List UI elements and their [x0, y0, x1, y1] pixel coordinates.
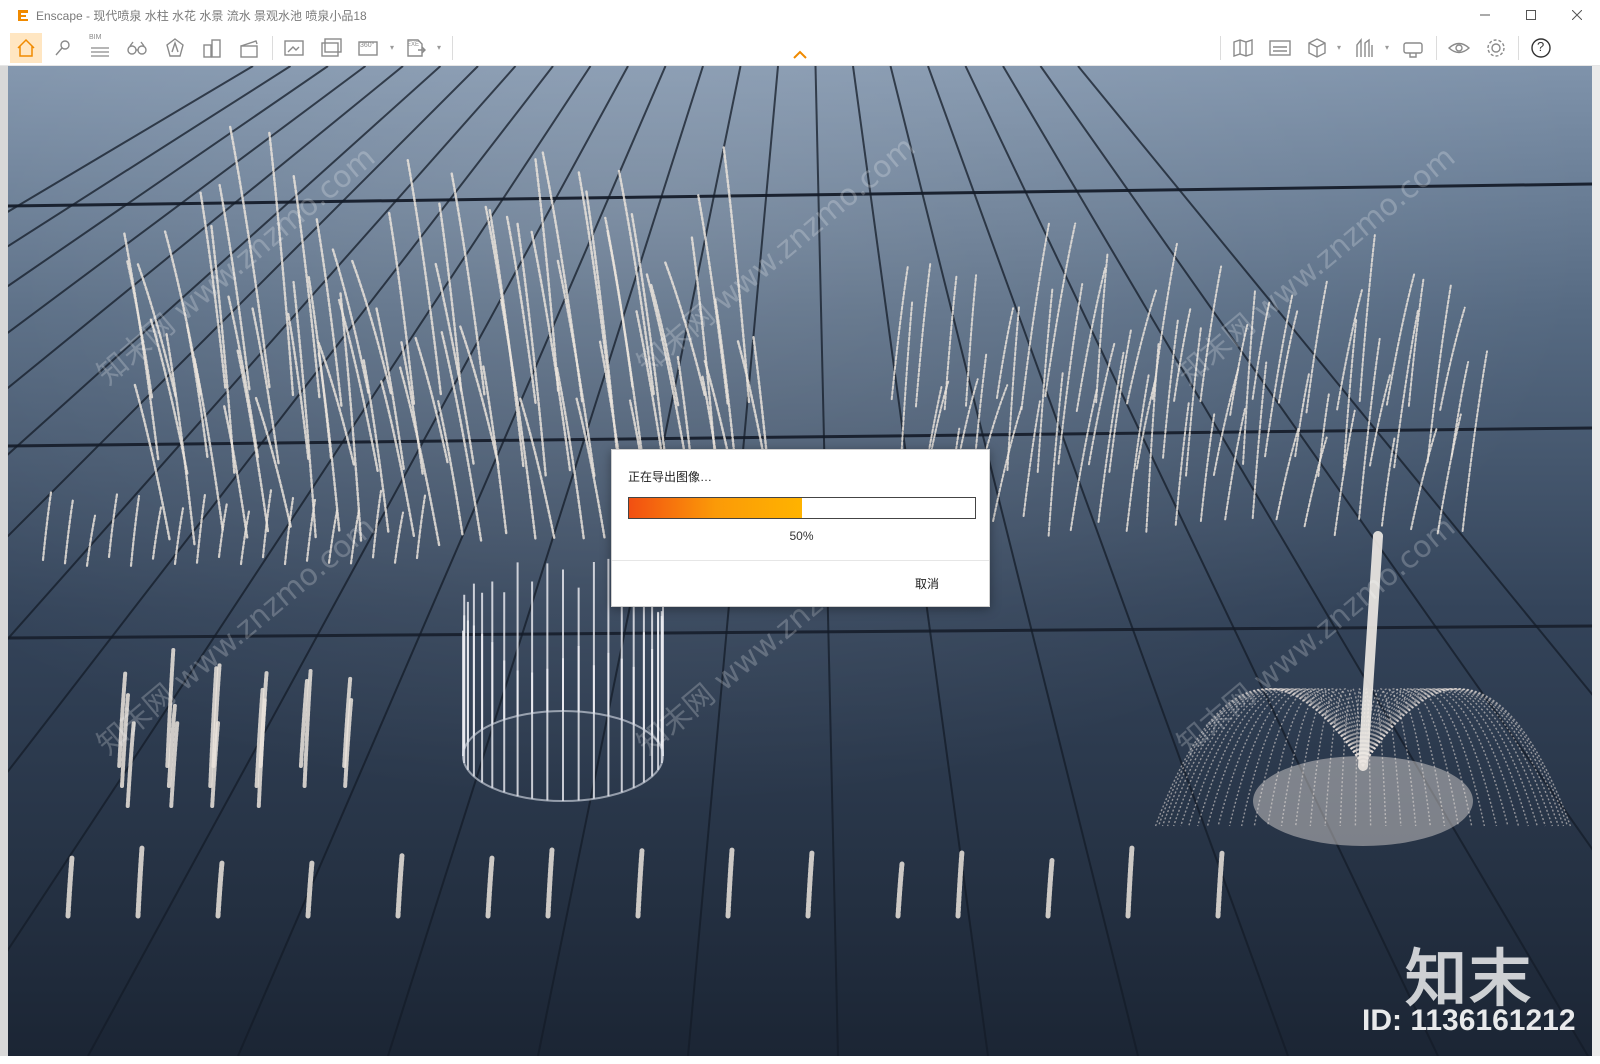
objects-icon[interactable]: [1264, 33, 1296, 63]
materials-icon[interactable]: [1349, 33, 1381, 63]
export-label: EXE: [407, 42, 420, 48]
toolbar: BIM 360° ▾ EXE ▾ ▾ ▾ ?: [0, 30, 1600, 66]
progress-percent: 50%: [789, 529, 814, 543]
gear-icon[interactable]: [1480, 33, 1512, 63]
chevron-up-icon[interactable]: [792, 50, 808, 60]
materials-caret-icon[interactable]: ▾: [1385, 44, 1393, 52]
window-controls: [1462, 0, 1600, 30]
panorama-label: 360°: [360, 42, 375, 49]
umbrella-base: [1253, 756, 1473, 846]
maximize-icon[interactable]: [1508, 0, 1554, 30]
right-edge: [1592, 66, 1600, 1056]
batch-render-icon[interactable]: [316, 33, 348, 63]
map-icon[interactable]: [1227, 33, 1259, 63]
toolbar-separator: [1220, 36, 1221, 60]
toolbar-separator: [272, 36, 273, 60]
pin-icon[interactable]: [47, 33, 79, 63]
home-icon[interactable]: [10, 33, 42, 63]
cube-caret-icon[interactable]: ▾: [1337, 44, 1345, 52]
screenshot-icon[interactable]: [279, 33, 311, 63]
close-icon[interactable]: [1554, 0, 1600, 30]
panorama-icon[interactable]: 360°: [353, 33, 385, 63]
help-label: ?: [1537, 39, 1545, 54]
progress-fill: [629, 498, 802, 518]
export-progress-dialog: 正在导出图像… 50% 取消: [611, 449, 990, 607]
bim-icon[interactable]: BIM: [84, 33, 116, 63]
export-caret-icon[interactable]: ▾: [437, 44, 445, 52]
help-icon[interactable]: ?: [1525, 33, 1557, 63]
window-title: Enscape - 现代喷泉 水柱 水花 水景 流水 景观水池 喷泉小品18: [36, 8, 367, 23]
binoculars-icon[interactable]: [121, 33, 153, 63]
clapperboard-icon[interactable]: [233, 33, 265, 63]
buildings-icon[interactable]: [196, 33, 228, 63]
left-edge: [0, 66, 8, 1056]
panorama-caret-icon[interactable]: ▾: [390, 44, 398, 52]
toolbar-separator: [1518, 36, 1519, 60]
bim-label: BIM: [89, 34, 102, 41]
dialog-title: 正在导出图像…: [628, 470, 713, 484]
dialog-divider: [612, 560, 989, 561]
toolbar-separator: [1436, 36, 1437, 60]
export-progress-bar: [628, 497, 976, 519]
cancel-button[interactable]: 取消: [915, 575, 939, 592]
cube-icon[interactable]: [1301, 33, 1333, 63]
eye-icon[interactable]: [1443, 33, 1475, 63]
title-bar: Enscape - 现代喷泉 水柱 水花 水景 流水 景观水池 喷泉小品18: [0, 0, 1600, 30]
watermark-id: ID: 1136161212: [1362, 1004, 1576, 1037]
minimize-icon[interactable]: [1462, 0, 1508, 30]
toolbar-separator: [452, 36, 453, 60]
shape-icon[interactable]: [159, 33, 191, 63]
enscape-window: Enscape - 现代喷泉 水柱 水花 水景 流水 景观水池 喷泉小品18 B…: [0, 0, 1600, 1064]
enscape-logo-icon: [16, 8, 30, 22]
vr-headset-icon[interactable]: [1397, 33, 1429, 63]
export-icon[interactable]: EXE: [400, 33, 432, 63]
